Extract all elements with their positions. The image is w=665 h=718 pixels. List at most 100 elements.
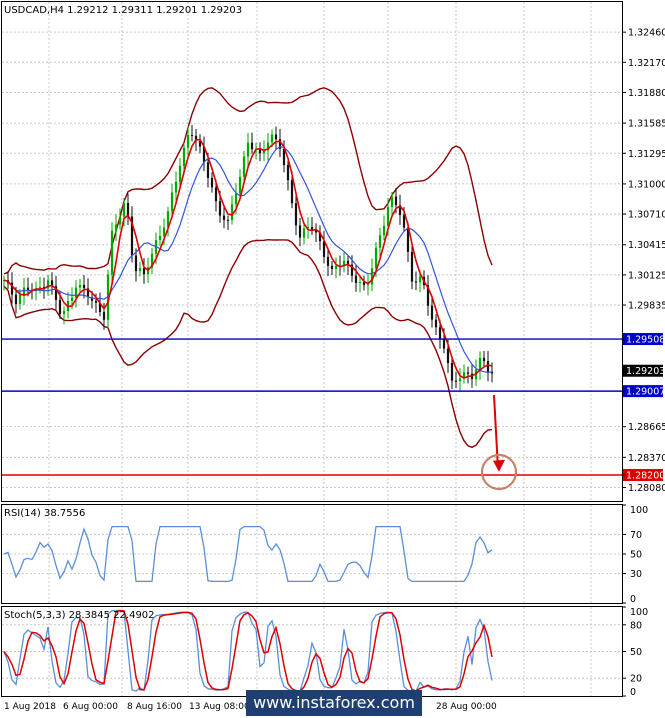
candle-body [142,268,146,275]
candle-body [374,247,378,269]
price-tick-label: 1.30710 [628,210,665,221]
price-tick-label: 1.29835 [628,301,665,312]
candle-body [170,192,174,212]
rsi-panel-title: RSI(14) 38.7556 [4,508,85,519]
candle-body [274,134,278,140]
stoch-tick-label: 50 [630,647,642,658]
candle-body [102,311,106,320]
time-tick-label: 6 Aug 00:00 [63,702,118,712]
candle-body [62,311,66,315]
candle-body [358,281,362,283]
price-tick-label: 1.28080 [628,483,665,494]
candle-body [214,187,218,202]
candle-body [134,255,138,272]
candle-body [122,203,126,217]
price-tick-label: 1.32170 [628,58,665,69]
chart-canvas: 1.295081.290071.282001.29203 1.324601.32… [1,1,665,712]
candle-body [334,265,338,270]
candle-body [330,265,334,270]
candle-body [402,214,406,228]
price-tick-label: 1.31585 [628,119,665,130]
watermark-banner: www.instaforex.com [246,690,422,716]
candle-body [302,228,306,238]
candle-body [78,284,82,288]
candle-body [162,227,166,236]
candle-body [486,361,490,372]
candle-body [138,268,142,272]
current-price-label: 1.29203 [626,366,665,377]
candle-body [290,180,294,204]
candle-body [222,215,226,220]
stoch-tick-label: 80 [630,620,642,631]
candle-body [210,177,214,188]
rsi-tick-label: 100 [630,505,648,516]
candle-body [94,300,98,303]
candle-body [70,297,74,301]
price-tick-label: 1.30125 [628,270,665,281]
candle-body [466,372,470,374]
time-tick-label: 8 Aug 16:00 [127,702,182,712]
time-tick-label: 1 Aug 2018 [4,702,56,712]
candle-body [118,216,122,225]
stoch-tick-label: 100 [630,607,648,618]
candle-body [482,357,486,362]
level-label: 1.29007 [626,387,665,398]
candle-body [186,135,190,148]
rsi-tick-label: 70 [630,530,642,541]
level-label: 1.29508 [626,335,665,346]
stoch-tick-label: 20 [630,674,642,685]
candle-body [446,348,450,364]
stoch-tick-label: 0 [630,687,636,698]
candle-body [110,230,114,275]
candle-body [294,203,298,226]
candle-body [438,327,442,339]
candle-body [310,227,314,230]
candle-body [230,204,234,220]
candle-body [18,294,22,304]
candle-body [458,378,462,382]
candle-body [206,162,210,178]
candle-body [366,284,370,286]
candle-body [226,219,230,221]
price-axis: 1.32460 1.32170 1.31880 1.31585 1.31295 1.310… [622,28,665,494]
price-tick-label: 1.28370 [628,453,665,464]
candle-body [58,299,62,315]
rsi-tick-label: 50 [630,550,642,561]
candle-body [190,135,194,137]
candle-body [410,251,414,282]
candle-body [114,224,118,231]
candle-body [386,207,390,226]
price-tick-label: 1.28665 [628,422,665,433]
time-tick-label: 13 Aug 08:00 [189,702,250,712]
candle-body [434,319,438,328]
candle-body [182,147,186,167]
candle-body [454,380,458,382]
candle-body [178,166,182,182]
rsi-tick-label: 30 [630,569,642,580]
rsi-tick-label: 0 [630,594,636,605]
price-panel-title: USDCAD,H4 1.29212 1.29311 1.29201 1.2920… [4,5,242,16]
candle-body [478,357,482,370]
price-tick-label: 1.31000 [628,179,665,190]
candle-body [158,235,162,240]
candle-body [298,225,302,238]
candle-body [238,176,242,194]
candle-body [442,338,446,349]
candle-body [354,275,358,283]
candle-body [174,181,178,193]
candle-body [378,235,382,248]
candle-body [26,287,30,290]
candle-body [246,142,250,157]
candle-body [14,294,18,304]
stoch-panel-title: Stoch(5,3,3) 28.3845 22.4902 [4,610,155,621]
candle-body [430,305,434,320]
candle-body [370,268,374,285]
price-tick-label: 1.31880 [628,88,665,99]
candle-body [250,142,254,150]
candle-body [450,363,454,381]
candle-body [414,281,418,283]
candle-body [74,287,78,298]
candle-body [242,156,246,177]
candle-body [394,196,398,206]
candle-body [82,284,86,289]
